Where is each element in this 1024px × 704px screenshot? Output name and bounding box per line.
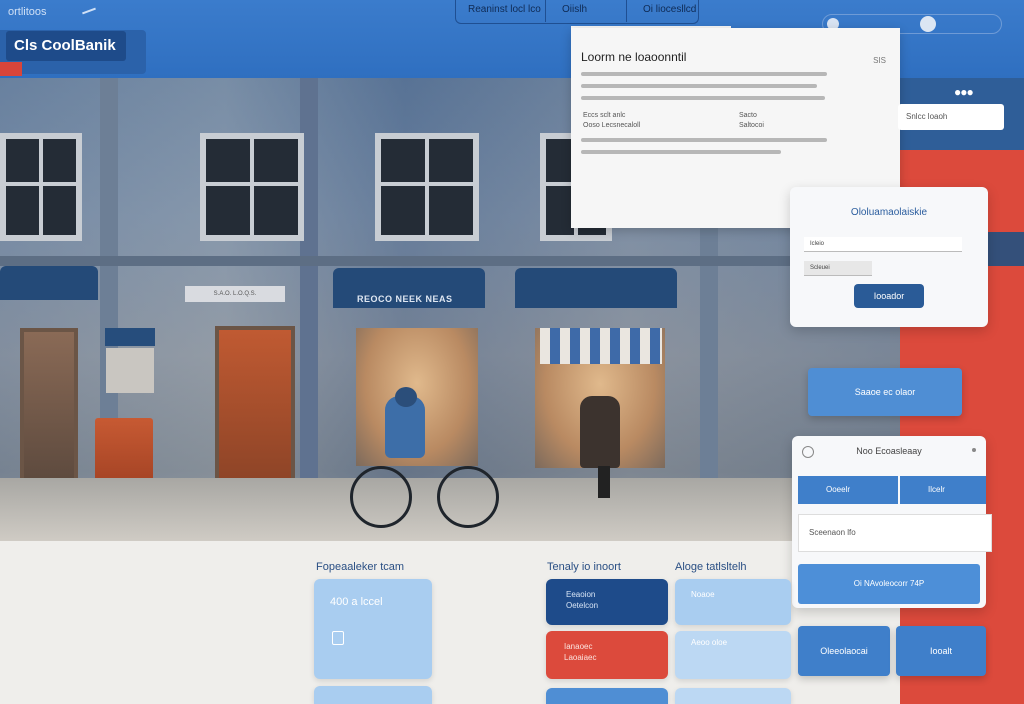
text-line bbox=[581, 138, 827, 142]
panel-title: Noo Ecoasleaay bbox=[856, 446, 922, 456]
bicycle-wheel bbox=[437, 466, 499, 528]
bicycle-wheel bbox=[350, 466, 412, 528]
nav-separator bbox=[545, 0, 546, 22]
app-title: ortlitoos bbox=[8, 6, 47, 18]
document-icon bbox=[332, 631, 344, 645]
stat-value: 400 a lccel bbox=[330, 596, 383, 608]
striped-awning bbox=[540, 328, 662, 364]
nav-item-1[interactable]: Reaninst locl lco bbox=[468, 4, 541, 15]
row1-left: Eccs sclt anlc bbox=[583, 112, 626, 119]
login-field-1[interactable]: Icleio bbox=[804, 237, 962, 252]
tile-partial bbox=[675, 688, 791, 704]
settings-panel: Noo Ecoasleaay Ooeelr Ilcelr Sceenaon lf… bbox=[792, 436, 992, 608]
tile-red[interactable]: Ianaoec Laoaiaec bbox=[546, 631, 668, 679]
more-icon[interactable]: ●●● bbox=[954, 85, 974, 99]
bottom-button-1[interactable]: Oleeolaocai bbox=[798, 626, 890, 676]
document-title: Loorm ne loaoonntil bbox=[581, 50, 687, 64]
tile-label: Aeoo oloe bbox=[691, 638, 728, 647]
nav-item-3[interactable]: Oi liocesllcd bbox=[643, 4, 696, 15]
stat-tile[interactable]: 400 a lccel bbox=[314, 579, 432, 679]
text-line bbox=[581, 72, 827, 76]
door bbox=[215, 326, 295, 486]
accent-block bbox=[988, 232, 1024, 266]
login-title: Ololuamaolaiskie bbox=[850, 207, 928, 218]
brand-logo[interactable]: Cls CoolBanik bbox=[6, 31, 126, 61]
login-button[interactable]: Iooador bbox=[854, 284, 924, 308]
shop-awning bbox=[515, 268, 677, 308]
tile-light[interactable]: Aeoo oloe bbox=[675, 631, 791, 679]
awning bbox=[0, 266, 98, 300]
panel-field[interactable]: Sceenaon lfo bbox=[798, 514, 992, 552]
cta-button[interactable]: Saaoe ec olaor bbox=[808, 368, 962, 416]
pedestrian bbox=[580, 396, 620, 468]
tile-navy[interactable]: Eeaoion Oetelcon bbox=[546, 579, 668, 625]
cyclist-head bbox=[395, 387, 417, 407]
small-sign: S.A.O. L.O.Q.S. bbox=[185, 286, 285, 302]
login-field-2[interactable]: Scleuei bbox=[804, 261, 872, 276]
row1-right: Sacto bbox=[739, 112, 757, 119]
nav-item-2[interactable]: Oiislh bbox=[562, 4, 587, 15]
window bbox=[0, 133, 82, 241]
kiosk bbox=[105, 328, 155, 346]
tile-partial bbox=[546, 688, 668, 704]
section-title-1: Fopeaaleker tcam bbox=[316, 561, 405, 573]
tile-label: Eeaoion Oetelcon bbox=[566, 590, 599, 610]
pedestrian-legs bbox=[598, 466, 610, 498]
kiosk bbox=[106, 348, 154, 393]
door bbox=[20, 328, 78, 486]
accent-stub bbox=[0, 62, 22, 76]
window bbox=[375, 133, 479, 241]
bottom-button-2[interactable]: Iooalt bbox=[896, 626, 986, 676]
chevron-down-icon[interactable] bbox=[972, 448, 976, 452]
text-line bbox=[581, 150, 781, 154]
nav-separator bbox=[626, 0, 627, 22]
segment-right[interactable]: Ilcelr bbox=[900, 476, 986, 504]
section-title-3: Aloge tatlsltelh bbox=[675, 561, 747, 573]
app-title-mark bbox=[82, 7, 96, 15]
text-line bbox=[581, 84, 817, 88]
tile-label: Noaoe bbox=[691, 590, 715, 599]
tile-partial bbox=[314, 686, 432, 704]
section-title-2: Tenaly io inoort bbox=[547, 561, 621, 573]
row2-left: Ooso Lecsnecaloll bbox=[583, 122, 641, 129]
login-card: Ololuamaolaiskie Icleio Scleuei Iooador bbox=[790, 187, 988, 327]
cornice bbox=[0, 256, 900, 266]
tile-label: Ianaoec Laoaiaec bbox=[564, 642, 597, 662]
panel-submit-button[interactable]: Oi NAvoleocorr 74P bbox=[798, 564, 980, 604]
row2-right: Saltocoi bbox=[739, 122, 764, 129]
tile-light[interactable]: Noaoe bbox=[675, 579, 791, 625]
segment-left[interactable]: Ooeelr bbox=[798, 476, 898, 504]
document-size: SIS bbox=[873, 56, 886, 65]
shop-sign: REOCO NEEK NEAS bbox=[357, 294, 453, 304]
window bbox=[200, 133, 304, 241]
text-line bbox=[581, 96, 825, 100]
side-field[interactable]: Snlcc loaoh bbox=[898, 104, 1004, 130]
toggle-knob[interactable] bbox=[920, 16, 936, 32]
